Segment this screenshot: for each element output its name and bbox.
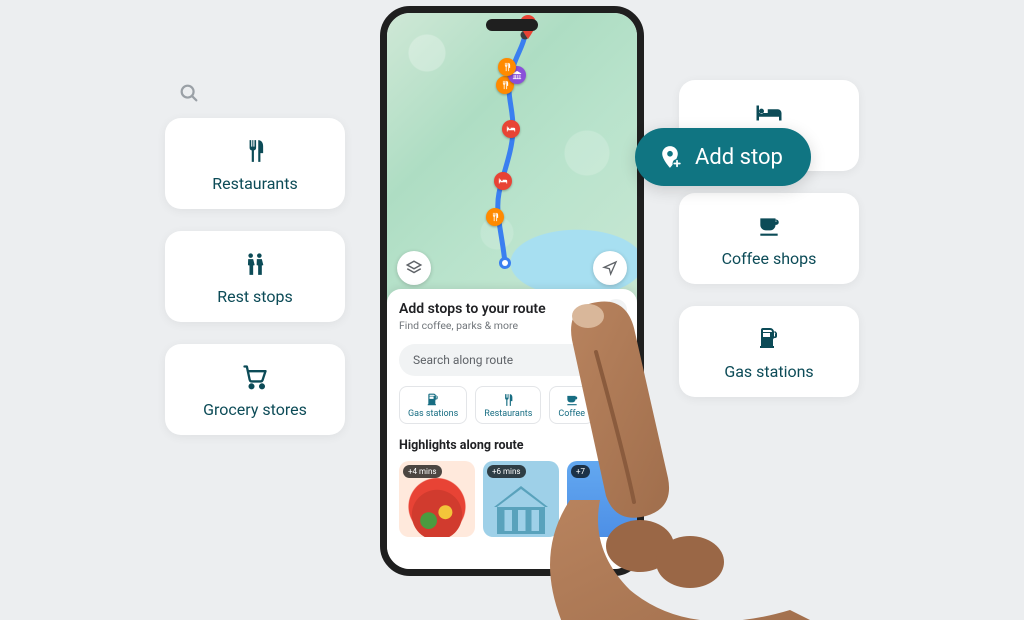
category-card-gas[interactable]: Gas stations bbox=[679, 306, 859, 397]
gas-pump-icon bbox=[426, 393, 440, 407]
add-location-icon bbox=[657, 144, 683, 170]
gas-pump-icon bbox=[754, 324, 784, 354]
chip-coffee[interactable]: Coffee bbox=[549, 386, 594, 424]
category-label: Gas stations bbox=[724, 362, 813, 381]
layers-button[interactable] bbox=[397, 251, 431, 285]
highlight-card[interactable]: +6 mins bbox=[483, 461, 559, 537]
bed-icon bbox=[754, 98, 784, 128]
search-icon[interactable] bbox=[178, 82, 200, 104]
route-poi-hotel[interactable] bbox=[494, 172, 512, 190]
highlights-title: Highlights along route bbox=[399, 438, 625, 453]
route-poi-hotel[interactable] bbox=[502, 120, 520, 138]
add-stop-label: Add stop bbox=[695, 145, 783, 170]
coffee-icon bbox=[754, 211, 784, 241]
search-along-route-input[interactable]: Search along route bbox=[399, 344, 625, 376]
chip-label: Coffee bbox=[558, 409, 585, 419]
route-poi-restaurant[interactable] bbox=[486, 208, 504, 226]
left-category-column: Restaurants Rest stops Grocery stores bbox=[165, 118, 345, 435]
category-card-coffee[interactable]: Coffee shops bbox=[679, 193, 859, 284]
chip-gas-stations[interactable]: Gas stations bbox=[399, 386, 467, 424]
category-card-restaurants[interactable]: Restaurants bbox=[165, 118, 345, 209]
highlight-card[interactable]: +7 bbox=[567, 461, 643, 537]
category-chip-row: Gas stations Restaurants Coffee bbox=[399, 386, 625, 424]
highlights-row: +4 mins +6 mins +7 bbox=[399, 461, 625, 537]
eta-badge: +4 mins bbox=[403, 465, 442, 478]
route-poi-restaurant[interactable] bbox=[498, 58, 516, 76]
sheet-subtitle: Find coffee, parks & more bbox=[399, 319, 625, 332]
bottom-sheet: Add stops to your route Find coffee, par… bbox=[387, 289, 637, 569]
category-card-rest-stops[interactable]: Rest stops bbox=[165, 231, 345, 322]
coffee-icon bbox=[565, 393, 579, 407]
eta-badge: +7 bbox=[571, 465, 590, 478]
category-label: Rest stops bbox=[217, 287, 293, 306]
chip-label: Gas stations bbox=[408, 409, 458, 419]
sheet-title: Add stops to your route bbox=[399, 301, 625, 317]
category-label: Grocery stores bbox=[203, 400, 307, 419]
phone-notch bbox=[486, 19, 538, 31]
restaurant-icon bbox=[501, 393, 515, 407]
category-label: Restaurants bbox=[212, 174, 298, 193]
category-card-grocery[interactable]: Grocery stores bbox=[165, 344, 345, 435]
add-stop-button[interactable]: Add stop bbox=[635, 128, 811, 186]
restaurant-icon bbox=[240, 136, 270, 166]
map-view[interactable] bbox=[387, 13, 637, 303]
people-icon bbox=[240, 249, 270, 279]
recenter-button[interactable] bbox=[593, 251, 627, 285]
phone-frame: Add stops to your route Find coffee, par… bbox=[380, 6, 644, 576]
highlight-card[interactable]: +4 mins bbox=[399, 461, 475, 537]
shopping-cart-icon bbox=[240, 362, 270, 392]
chip-restaurants[interactable]: Restaurants bbox=[475, 386, 541, 424]
close-button[interactable] bbox=[605, 299, 627, 321]
eta-badge: +6 mins bbox=[487, 465, 526, 478]
category-label: Coffee shops bbox=[722, 249, 817, 268]
chip-label: Restaurants bbox=[484, 409, 532, 419]
